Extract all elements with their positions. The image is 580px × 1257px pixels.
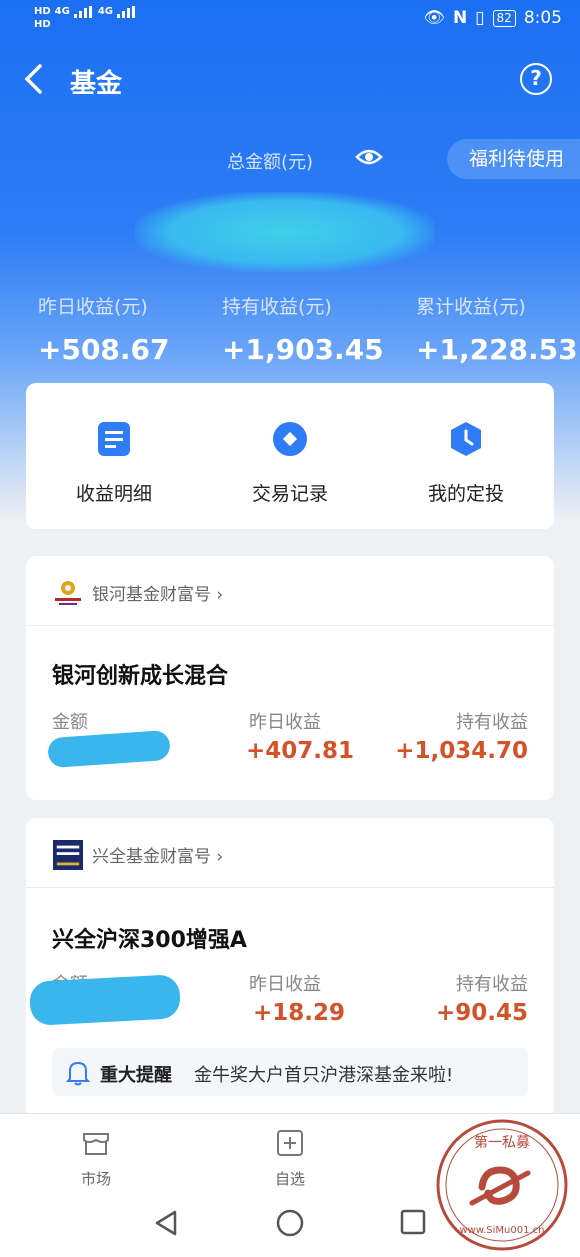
my-auto-invest-button[interactable]: 我的定投 bbox=[378, 421, 554, 506]
transaction-record-button[interactable]: 交易记录 bbox=[202, 421, 378, 506]
welfare-button[interactable]: 福利待使用 bbox=[446, 139, 580, 179]
fund-brand-link[interactable]: 兴全基金财富号 › bbox=[92, 842, 223, 867]
tab-market[interactable]: 市场 bbox=[56, 1128, 136, 1189]
battery-icon: 82 bbox=[492, 9, 516, 27]
market-icon bbox=[83, 1133, 109, 1155]
signal-icon bbox=[73, 5, 94, 18]
signal-icon bbox=[117, 5, 137, 18]
income-detail-button[interactable]: 收益明细 bbox=[26, 421, 202, 506]
yesterday-income-label: 昨日收益 bbox=[249, 974, 321, 995]
fund-card[interactable]: 兴全基金财富号 › 兴全沪深300增强A 金额 昨日收益 +18.29 持有收益… bbox=[26, 818, 554, 1118]
fund-name: 兴全沪深300增强A bbox=[52, 928, 247, 953]
quick-action-label: 交易记录 bbox=[251, 483, 328, 505]
galaxy-fund-logo bbox=[55, 581, 81, 605]
status-bar: HD 4G 4G HD 👁 N ▯ 82 8:05 bbox=[0, 0, 580, 40]
hd-label: HD bbox=[34, 19, 51, 30]
holding-income-label: 持有收益 bbox=[456, 712, 528, 733]
redacted-amount bbox=[47, 729, 171, 769]
nav-bar: 基金 ? bbox=[0, 55, 580, 105]
notice-title: 重大提醒 bbox=[100, 1065, 172, 1086]
tab-label: 市场 bbox=[80, 1170, 111, 1188]
svg-text:www.SiMu001.cn: www.SiMu001.cn bbox=[460, 1225, 545, 1236]
tab-watchlist[interactable]: 自选 bbox=[250, 1128, 330, 1189]
chevron-left-icon[interactable] bbox=[22, 63, 44, 99]
quick-actions-card: 收益明细 交易记录 我的定投 bbox=[26, 383, 554, 529]
document-icon bbox=[98, 422, 130, 456]
clock-shield-icon bbox=[451, 422, 481, 456]
holding-income-label: 持有收益 bbox=[456, 974, 528, 995]
quick-action-label: 收益明细 bbox=[75, 483, 152, 505]
network-label: 4G bbox=[54, 6, 70, 17]
stat-label: 昨日收益(元) bbox=[38, 296, 148, 318]
fund-brand-link[interactable]: 银河基金财富号 › bbox=[92, 580, 223, 605]
xingquan-fund-logo bbox=[53, 840, 83, 870]
vibrate-icon: ▯ bbox=[475, 8, 485, 28]
notice-banner[interactable]: 重大提醒 金牛奖大户首只沪港深基金来啦! bbox=[52, 1048, 528, 1096]
holding-income-value: +1,034.70 bbox=[395, 738, 528, 764]
system-recents-icon[interactable] bbox=[400, 1209, 426, 1235]
bell-icon bbox=[66, 1061, 90, 1086]
yesterday-income-label: 昨日收益 bbox=[249, 712, 321, 733]
redacted-total-amount bbox=[135, 192, 435, 272]
holding-income-value: +90.45 bbox=[435, 1000, 528, 1026]
watermark-stamp: 第一私募 www.SiMu001.cn bbox=[436, 1119, 568, 1251]
record-icon bbox=[273, 422, 307, 456]
page-title: 基金 bbox=[70, 69, 123, 99]
stat-value: +508.67 bbox=[38, 333, 170, 366]
stat-cumulative: 累计收益(元) +1,228.53 bbox=[416, 292, 578, 366]
question-circle-icon[interactable]: ? bbox=[520, 63, 552, 95]
yesterday-income-value: +407.81 bbox=[246, 738, 355, 764]
nfc-icon: N bbox=[452, 8, 468, 28]
hd-label: HD bbox=[34, 6, 51, 17]
tab-label: 自选 bbox=[274, 1170, 305, 1188]
fund-name: 银河创新成长混合 bbox=[52, 664, 229, 689]
redacted-amount bbox=[28, 974, 182, 1026]
clock: 8:05 bbox=[523, 8, 562, 28]
fund-brand-row[interactable]: 兴全基金财富号 › bbox=[26, 818, 554, 888]
stat-label: 累计收益(元) bbox=[416, 296, 526, 318]
eye-comfort-icon: 👁 bbox=[423, 8, 445, 28]
stat-value: +1,228.53 bbox=[416, 333, 578, 366]
fund-card[interactable]: 银河基金财富号 › 银河创新成长混合 金额 昨日收益 +407.81 持有收益 … bbox=[26, 556, 554, 800]
stat-value: +1,903.45 bbox=[222, 333, 384, 366]
fund-brand-row[interactable]: 银河基金财富号 › bbox=[26, 556, 554, 626]
quick-action-label: 我的定投 bbox=[427, 483, 504, 505]
eye-icon[interactable] bbox=[355, 146, 383, 173]
system-back-icon[interactable] bbox=[153, 1209, 179, 1237]
stat-yesterday: 昨日收益(元) +508.67 bbox=[38, 292, 170, 366]
svg-text:第一私募: 第一私募 bbox=[474, 1134, 530, 1151]
notice-text: 金牛奖大户首只沪港深基金来啦! bbox=[194, 1065, 454, 1086]
amount-label: 金额 bbox=[52, 712, 88, 733]
system-home-icon[interactable] bbox=[276, 1209, 304, 1237]
add-watchlist-icon bbox=[277, 1130, 303, 1156]
network-label: 4G bbox=[97, 6, 114, 17]
yesterday-income-value: +18.29 bbox=[253, 1000, 346, 1026]
network-indicators: HD 4G 4G HD bbox=[34, 5, 137, 31]
stat-label: 持有收益(元) bbox=[222, 296, 332, 318]
stat-holding: 持有收益(元) +1,903.45 bbox=[222, 292, 384, 366]
